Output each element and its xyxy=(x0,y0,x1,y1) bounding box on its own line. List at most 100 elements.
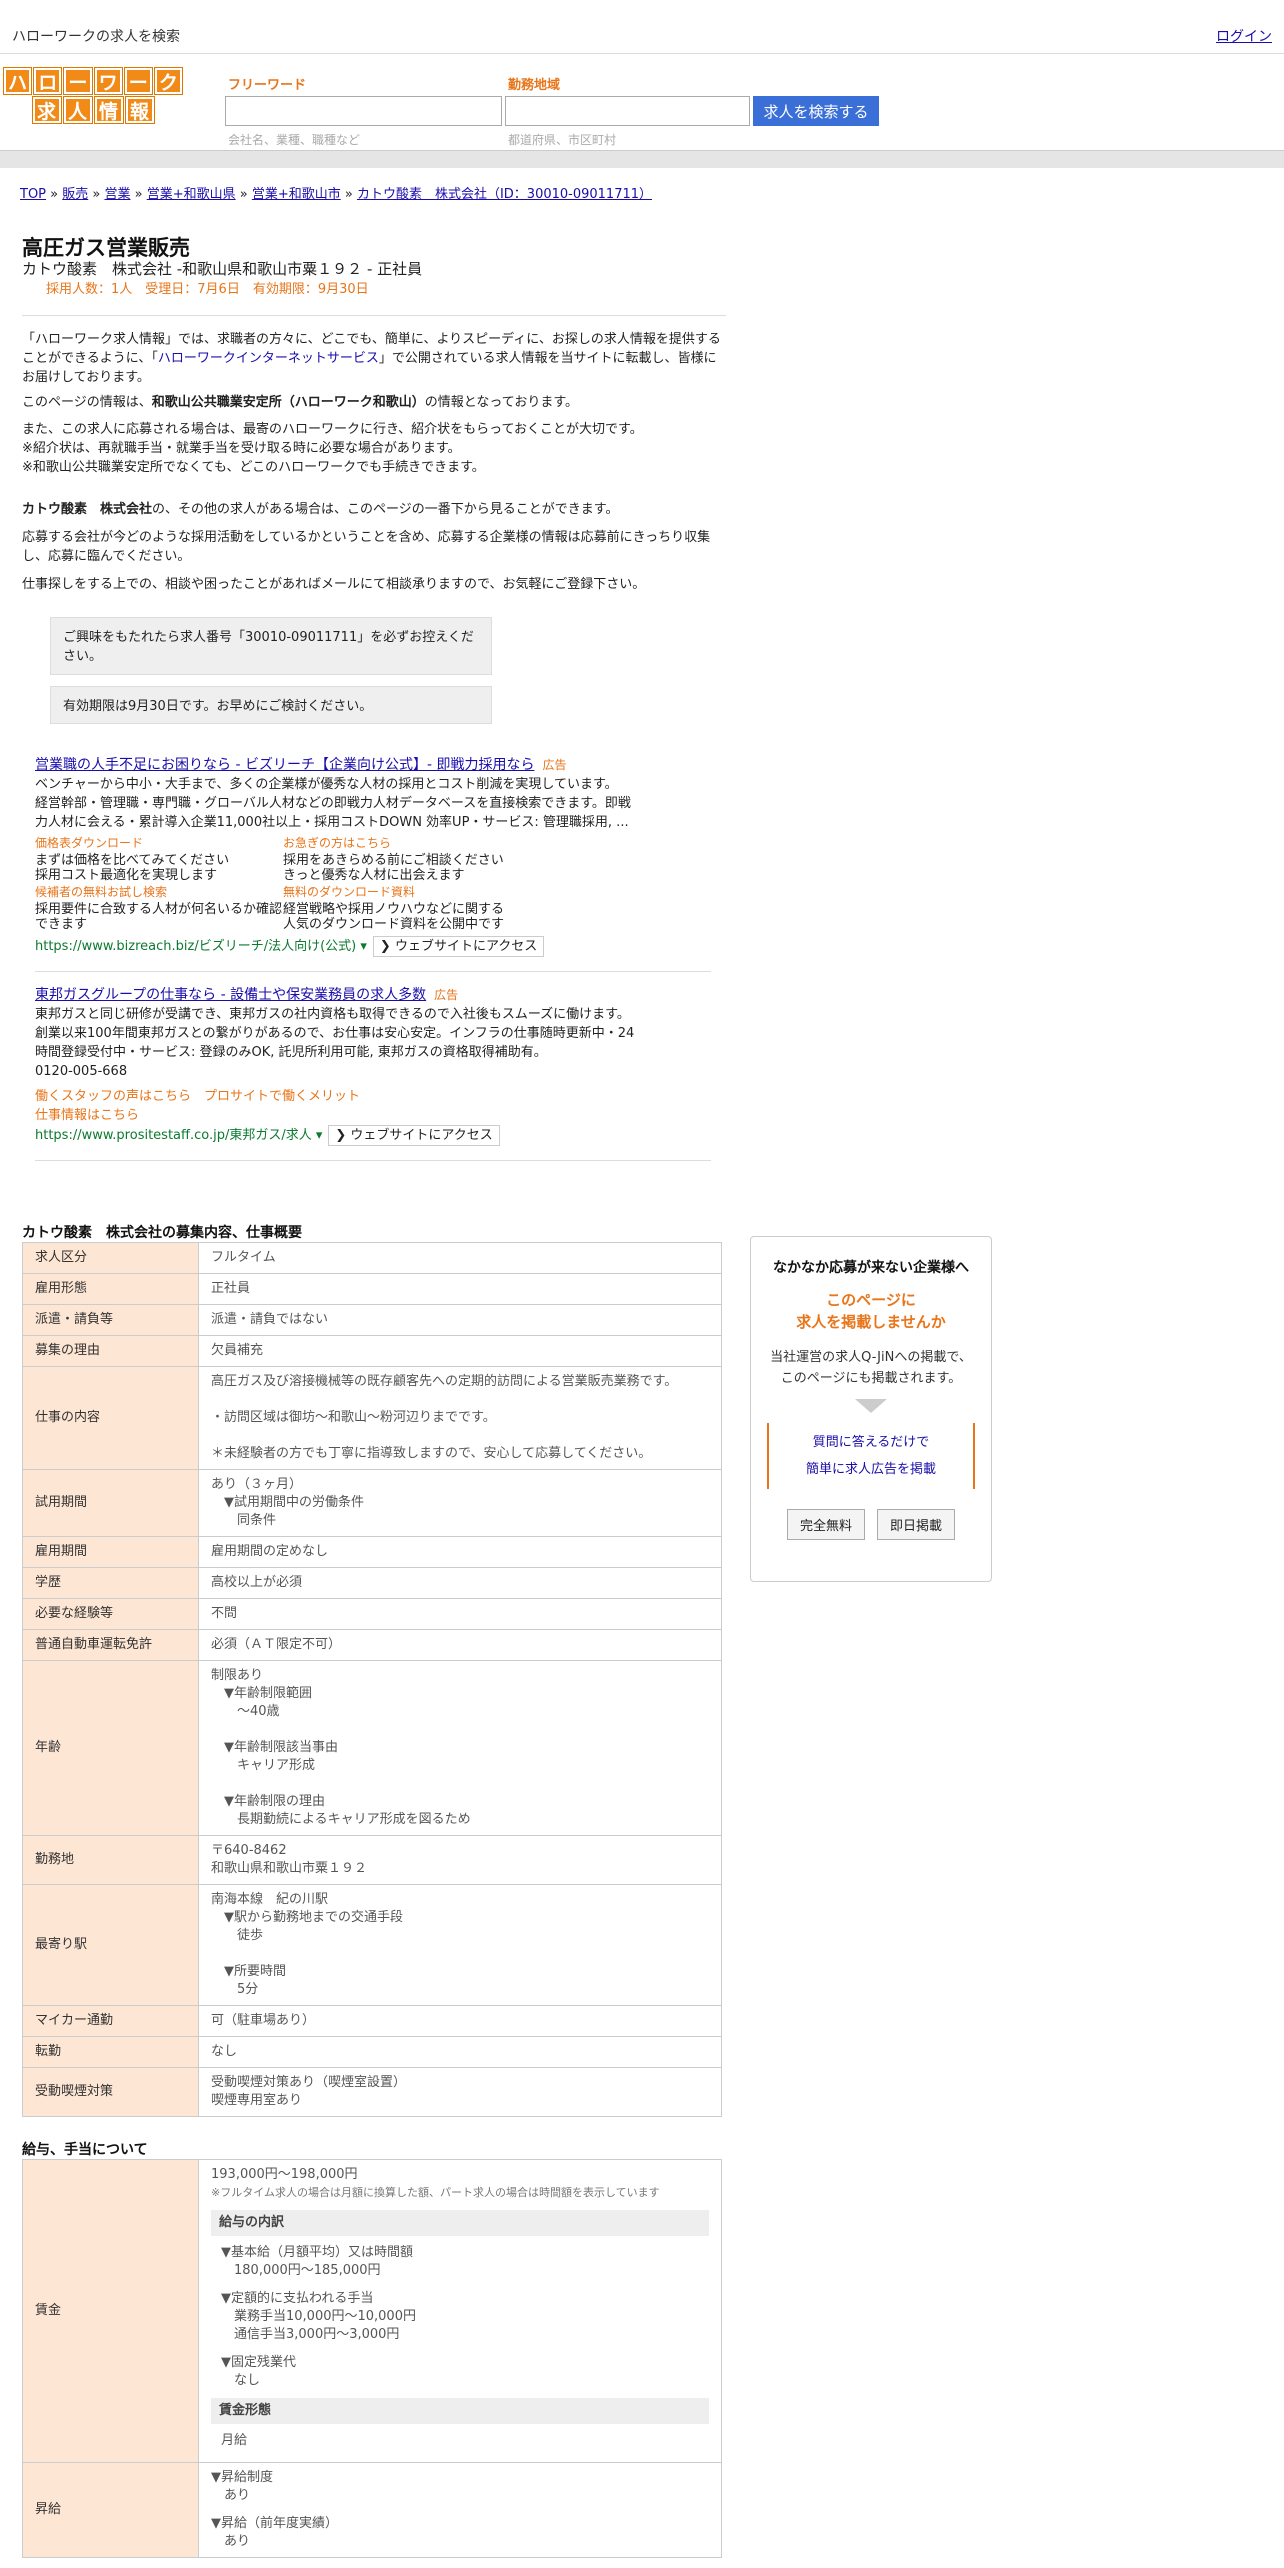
table-row: 必要な経験等 不問 xyxy=(22,1598,722,1630)
side-banner: なかなか応募が来ない企業様へ このページに 求人を掲載しませんか 当社運営の求人Q… xyxy=(750,1236,992,1582)
ad-sitelink[interactable]: 価格表ダウンロード まずは価格を比べてみてください 採用コスト最適化を実現します xyxy=(35,834,283,883)
row-value: 高圧ガス及び溶接機械等の既存顧客先への定期的訪問による営業販売業務です。 ・訪問… xyxy=(198,1366,722,1470)
banner-headline: このページに 求人を掲載しませんか xyxy=(796,1291,946,1331)
breadcrumb-link[interactable]: 営業+和歌山県 xyxy=(147,187,236,202)
login-link[interactable]: ログイン xyxy=(1216,26,1272,46)
notice-box: ご興味をもたれたら求人番号「30010-09011711」を必ずお控えください。 xyxy=(50,617,492,675)
ad-sitelink-title[interactable]: 価格表ダウンロード xyxy=(35,834,283,853)
row-label: 最寄り駅 xyxy=(22,1884,199,2006)
intro-advice: 応募する会社が今どのような採用活動をしているかということを含め、応募する企業様の… xyxy=(22,530,711,564)
ad-sitelink[interactable]: 仕事情報はこちら xyxy=(35,1106,635,1125)
banner-text: 当社運営の求人Q-JiNへの掲載で、 このページにも掲載されます。 xyxy=(770,1350,972,1386)
ad-sitelink-title[interactable]: 無料のダウンロード資料 xyxy=(283,883,583,902)
ad-phone[interactable]: 0120-005-668 xyxy=(35,1062,635,1081)
hellowork-link[interactable]: ハローワークインターネットサービス xyxy=(158,351,379,366)
ad-tag: 広告 xyxy=(434,988,459,1002)
row-label: 派遣・請負等 xyxy=(22,1304,199,1336)
table-row: 勤務地 〒640-8462 和歌山県和歌山市粟１９２ xyxy=(22,1835,722,1885)
search-button[interactable]: 求人を検索する xyxy=(753,96,879,126)
ad-url[interactable]: https://www.prositestaff.co.jp/東邦ガス/求人 ▾ xyxy=(35,1128,322,1143)
section-heading: カトウ酸素 株式会社の募集内容、仕事概要 xyxy=(22,1225,302,1241)
ad-sitelink[interactable]: 候補者の無料お試し検索 採用要件に合致する人材が何名いるか確認できます xyxy=(35,883,283,932)
wage-table: 賃金 193,000円〜198,000円 ※フルタイム求人の場合は月額に換算した… xyxy=(22,2159,722,2558)
table-row: 学歴 高校以上が必須 xyxy=(22,1567,722,1599)
notice-box: 有効期限は9月30日です。お早めにご検討ください。 xyxy=(50,686,492,724)
free-badge[interactable]: 完全無料 xyxy=(786,1509,865,1540)
table-row: 年齢 制限あり ▼年齢制限範囲 〜40歳 ▼年齢制限該当事由 キャリア形成 ▼年齢… xyxy=(22,1660,722,1836)
table-row: マイカー通勤 可（駐車場あり） xyxy=(22,2005,722,2037)
visit-website-button[interactable]: ❯ ウェブサイトにアクセス xyxy=(372,936,545,957)
ad-sitelink-title[interactable]: お急ぎの方はこちら xyxy=(283,834,583,853)
site-logo[interactable]: ハローワーク 求人情報 xyxy=(2,67,184,126)
row-label: 転勤 xyxy=(22,2036,199,2068)
table-row: 雇用形態 正社員 xyxy=(22,1273,722,1305)
ad-title-link[interactable]: 東邦ガスグループの仕事なら - 設備士や保安業務員の求人多数 xyxy=(35,987,426,1003)
ad-title-link[interactable]: 営業職の人手不足にお困りなら - ビズリーチ【企業向け公式】- 即戦力採用なら xyxy=(35,757,534,773)
area-label: 勤務地域 xyxy=(508,78,561,93)
area-input[interactable] xyxy=(505,96,750,126)
row-label: 学歴 xyxy=(22,1567,199,1599)
section-heading: 給与、手当について xyxy=(22,2142,148,2158)
row-label: 普通自動車運転免許 xyxy=(22,1629,199,1661)
breadcrumb-separator: » xyxy=(130,187,147,202)
table-row: 派遣・請負等 派遣・請負ではない xyxy=(22,1304,722,1336)
wage-label: 賃金 xyxy=(22,2159,199,2463)
down-arrow-icon xyxy=(855,1399,887,1413)
ad-text: 東邦ガスと同じ研修が受講でき、東邦ガスの社内資格も取得できるので入社後もスムーズ… xyxy=(35,1007,630,1022)
breadcrumb-link[interactable]: 営業 xyxy=(104,187,130,202)
freeword-input[interactable] xyxy=(225,96,502,126)
job-details-table: 求人区分 フルタイム 雇用形態 正社員 派遣・請負等 派遣・請負ではない 募集の理由 欠員補充… xyxy=(22,1242,722,2117)
top-bar: ハローワークの求人を検索 ログイン xyxy=(0,0,1284,54)
breadcrumb-link[interactable]: 販売 xyxy=(62,187,88,202)
intro-note: また、この求人に応募される場合は、最寄のハローワークに行き、紹介状をもらっておく… xyxy=(22,422,643,437)
job-meta: 採用人数：1人 受理日：7月6日 有効期限：9月30日 xyxy=(46,282,369,297)
intro-note: ※紹介状は、再就職手当・就業手当を受け取る時に必要な場合があります。 xyxy=(22,441,461,456)
ad-sitelink[interactable]: お急ぎの方はこちら 採用をあきらめる前にご相談ください きっと優秀な人材に出会えま… xyxy=(283,834,583,883)
row-label: 雇用形態 xyxy=(22,1273,199,1305)
row-value: 欠員補充 xyxy=(198,1335,722,1367)
breadcrumb-link[interactable]: カトウ酸素 株式会社（ID：30010-09011711） xyxy=(357,187,652,202)
logo-char: 求 xyxy=(31,96,62,124)
wage-note: ※フルタイム求人の場合は月額に換算した額、パート求人の場合は時間額を表示していま… xyxy=(211,2186,660,2199)
row-value: 必須（ＡＴ限定不可） xyxy=(198,1629,722,1661)
wage-type: 月給 xyxy=(221,2433,248,2448)
row-label: 雇用期間 xyxy=(22,1536,199,1568)
ad-sitelink[interactable]: 働くスタッフの声はこちら プロサイトで働くメリット xyxy=(35,1087,635,1106)
breadcrumb-link[interactable]: 営業+和歌山市 xyxy=(252,187,341,202)
ad-text: 経営幹部・管理職・専門職・グローバル人材などの即戦力人材データベースを直接検索で… xyxy=(35,796,631,830)
row-label: マイカー通勤 xyxy=(22,2005,199,2037)
intro-company: カトウ酸素 株式会社の、その他の求人がある場合は、このページの一番下から見ること… xyxy=(22,502,619,517)
raise-item: ▼昇給（前年度実績） あり xyxy=(211,2516,338,2549)
row-value: 制限あり ▼年齢制限範囲 〜40歳 ▼年齢制限該当事由 キャリア形成 ▼年齢制限… xyxy=(198,1660,722,1836)
banner-link[interactable]: 簡単に求人広告を掲載 xyxy=(806,1462,936,1477)
ad-sitelink-title[interactable]: 候補者の無料お試し検索 xyxy=(35,883,283,902)
table-row: 受動喫煙対策 受動喫煙対策あり（喫煙室設置） 喫煙専用室あり xyxy=(22,2067,722,2117)
breadcrumb-link[interactable]: TOP xyxy=(20,187,46,202)
banner-link[interactable]: 質問に答えるだけで xyxy=(813,1435,930,1450)
table-row: 普通自動車運転免許 必須（ＡＴ限定不可） xyxy=(22,1629,722,1661)
ad-text: ベンチャーから中小・大手まで、多くの企業様が優秀な人材の採用とコスト削減を実現し… xyxy=(35,777,618,792)
row-value: 雇用期間の定めなし xyxy=(198,1536,722,1568)
ad-sitelink-desc: 経営戦略や採用ノウハウなどに関する 人気のダウンロード資料を公開中です xyxy=(283,902,505,932)
row-label: 受動喫煙対策 xyxy=(22,2067,199,2117)
site-title: ハローワークの求人を検索 xyxy=(12,29,180,45)
visit-website-button[interactable]: ❯ ウェブサイトにアクセス xyxy=(328,1125,500,1146)
wage-item: ▼基本給（月額平均）又は時間額 180,000円〜185,000円 xyxy=(221,2245,413,2278)
ad-sitelink[interactable]: 無料のダウンロード資料 経営戦略や採用ノウハウなどに関する 人気のダウンロード資料… xyxy=(283,883,583,932)
logo-char: ハ xyxy=(2,67,33,95)
ad-url[interactable]: https://www.bizreach.biz/ビズリーチ/法人向け(公式) … xyxy=(35,939,367,954)
breadcrumb-separator: » xyxy=(340,187,357,202)
divider-bar xyxy=(0,150,1284,168)
same-day-badge[interactable]: 即日掲載 xyxy=(877,1509,956,1540)
row-value: 南海本線 紀の川駅 ▼駅から勤務地までの交通手段 徒歩 ▼所要時間 5分 xyxy=(198,1884,722,2006)
banner-title: なかなか応募が来ない企業様へ xyxy=(773,1260,969,1276)
row-label: 年齢 xyxy=(22,1660,199,1836)
row-value: 受動喫煙対策あり（喫煙室設置） 喫煙専用室あり xyxy=(198,2067,722,2117)
logo-char: ー xyxy=(123,67,153,95)
logo-char: 報 xyxy=(124,96,155,124)
row-value: 〒640-8462 和歌山県和歌山市粟１９２ xyxy=(198,1835,722,1885)
table-row: 求人区分 フルタイム xyxy=(22,1242,722,1274)
logo-char: ー xyxy=(63,67,93,95)
table-row: 試用期間 あり（３ヶ月） ▼試用期間中の労働条件 同条件 xyxy=(22,1469,722,1537)
row-label: 募集の理由 xyxy=(22,1335,199,1367)
